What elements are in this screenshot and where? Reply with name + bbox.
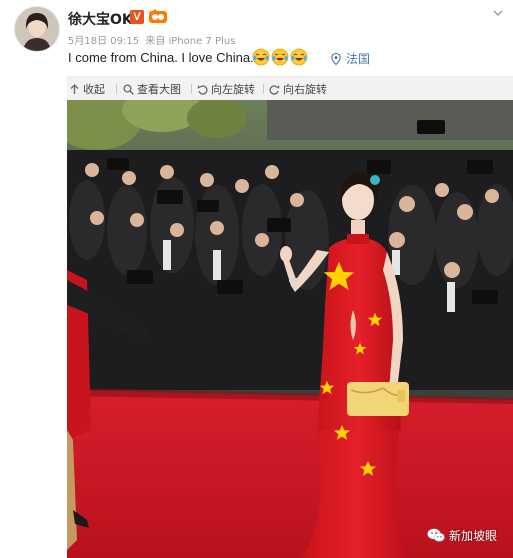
post-source[interactable]: iPhone 7 Plus [168,36,235,47]
rotate-left-icon [197,84,208,95]
view-large-label: 查看大图 [137,83,181,96]
location-label: 法国 [346,52,371,66]
emoji-group [252,48,308,66]
post-date[interactable]: 5月18日 09:15 [68,36,139,47]
collapse-label: 收起 [83,83,105,96]
laughing-tears-emoji-icon [252,48,270,66]
rotate-right-label: 向右旋转 [283,83,327,96]
verified-badge: V [130,10,144,24]
image-toolbar: 收起 查看大图 向左旋转 向右旋转 [67,76,513,101]
post-header: 徐大宝OK V 5月18日 09:15 来自 iPhone 7 Plus I c… [0,0,513,76]
rotate-right-button[interactable]: 向右旋转 [269,81,327,97]
post-meta: 5月18日 09:15 来自 iPhone 7 Plus [68,32,235,47]
wechat-icon [427,528,445,542]
collapse-button[interactable]: 收起 [69,81,105,97]
watermark-label: 新加坡眼 [448,529,497,543]
location-pin-icon [331,53,341,65]
level-badge-icon [149,9,167,24]
rotate-left-button[interactable]: 向左旋转 [197,81,255,97]
avatar[interactable] [14,6,60,52]
toolbar-divider [191,84,192,94]
rotate-left-label: 向左旋转 [211,83,255,96]
magnifier-icon [123,83,134,95]
location-link[interactable]: 法国 [331,50,370,67]
post-text: I come from China. I love China. [68,50,254,65]
laughing-tears-emoji-icon [271,48,289,66]
chevron-down-icon[interactable] [493,8,503,18]
source-prefix: 来自 [145,36,166,47]
toolbar-divider [116,84,117,94]
rotate-right-icon [269,84,280,95]
laughing-tears-emoji-icon [290,48,308,66]
arrow-up-icon [70,83,79,94]
watermark: 新加坡眼 [427,527,497,544]
toolbar-divider [263,84,264,94]
post-photo[interactable]: 新加坡眼 [67,100,513,558]
username[interactable]: 徐大宝OK [68,9,133,29]
view-large-button[interactable]: 查看大图 [123,81,181,97]
